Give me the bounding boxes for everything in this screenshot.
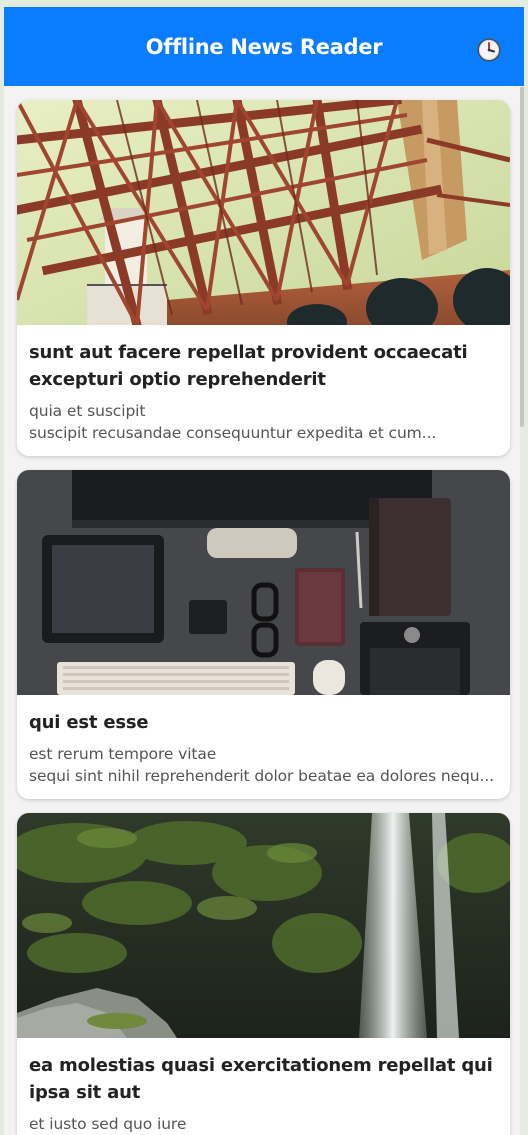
article-excerpt-line-2: sequi sint nihil reprehenderit dolor bea…	[29, 767, 494, 785]
article-body: qui est esse est rerum tempore vitae seq…	[17, 695, 510, 799]
article-excerpt-line-1: quia et suscipit	[29, 402, 146, 420]
article-title: sunt aut facere repellat provident occae…	[29, 342, 468, 390]
article-image-waterfall	[17, 813, 510, 1038]
scrollbar-thumb[interactable]	[520, 87, 524, 427]
article-excerpt-line-1: et iusto sed quo iure	[29, 1115, 187, 1133]
article-body: ea molestias quasi exercitationem repell…	[17, 1038, 510, 1135]
article-title: qui est esse	[29, 712, 149, 733]
clock-icon	[477, 38, 501, 62]
article-excerpt-line-2: suscipit recusandae consequuntur expedit…	[29, 424, 437, 442]
history-button[interactable]	[476, 37, 502, 63]
article-card[interactable]: ea molestias quasi exercitationem repell…	[17, 813, 510, 1135]
article-card[interactable]: qui est esse est rerum tempore vitae seq…	[17, 470, 510, 799]
app-header: Offline News Reader	[4, 7, 524, 86]
article-body: sunt aut facere repellat provident occae…	[17, 325, 510, 456]
article-image-bridge	[17, 100, 510, 325]
article-card[interactable]: sunt aut facere repellat provident occae…	[17, 100, 510, 456]
article-feed[interactable]: sunt aut facere repellat provident occae…	[4, 86, 524, 1135]
article-title: ea molestias quasi exercitationem repell…	[29, 1055, 493, 1103]
app-title: Offline News Reader	[145, 34, 383, 59]
article-excerpt-line-1: est rerum tempore vitae	[29, 745, 217, 763]
app-window: Offline News Reader sunt aut facere repe…	[4, 7, 524, 1135]
article-image-desk	[17, 470, 510, 695]
